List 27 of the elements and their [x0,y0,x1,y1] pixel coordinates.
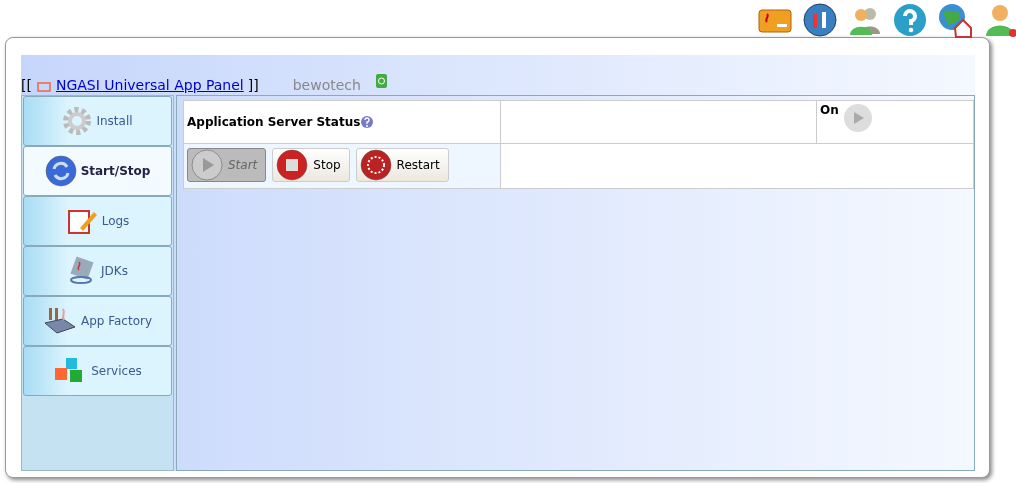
stop-button[interactable]: Stop [272,148,350,182]
globe-home-icon[interactable] [937,2,973,38]
sidebar-item[interactable]: JDKs [23,246,172,296]
app-panel-link[interactable]: NGASI Universal App Panel [55,77,244,93]
sidebar-item[interactable]: App Factory [23,296,172,346]
factory-icon [42,305,77,337]
play-icon [842,103,873,133]
help-icon[interactable] [360,115,375,129]
restart-icon [359,149,392,181]
bracket-text: ]] [247,77,259,93]
refresh-icon [44,155,77,187]
contact-icon [374,73,389,89]
tools-icon[interactable] [802,2,838,38]
sidebar-item[interactable]: Install [23,96,172,146]
stop-icon [276,149,309,181]
status-value: On [820,103,839,117]
username-text: bewotech [292,77,361,93]
sidebar-item[interactable]: Start/Stop [23,146,172,196]
restart-button[interactable]: Restart [355,148,449,182]
play-icon [191,149,223,181]
status-label: Application Server Status [187,115,361,129]
sidebar-item[interactable]: Logs [23,196,172,246]
help-icon[interactable] [892,2,928,38]
bracket-text: [[ [21,77,32,93]
gear-icon [62,106,93,136]
app-panel-icon [35,81,52,93]
sidebar-item[interactable]: Services [23,346,172,396]
